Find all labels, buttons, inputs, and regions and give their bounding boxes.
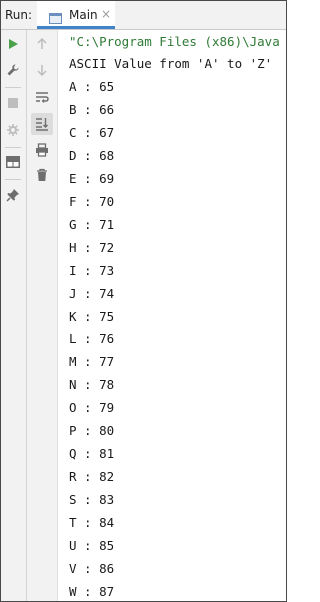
console-output-line: U : 85 <box>69 538 115 553</box>
console-output-line: C : 67 <box>69 124 115 140</box>
console-output-line: B : 66 <box>69 102 115 117</box>
run-toolbar-secondary <box>27 30 58 601</box>
console-output-line: F : 70 <box>69 193 115 209</box>
console-output-line: H : 72 <box>69 239 115 255</box>
console-output-line: L : 76 <box>69 331 115 347</box>
console-header-line: ASCII Value from 'A' to 'Z' <box>69 56 273 71</box>
console-output-line: T : 84 <box>69 515 115 531</box>
toolbar-separator <box>5 87 21 88</box>
print-icon[interactable] <box>32 140 52 160</box>
tab-label: Main <box>69 8 98 22</box>
close-icon[interactable]: × <box>101 7 111 21</box>
toolbar-separator <box>5 179 21 180</box>
console-output-line: R : 82 <box>69 469 115 485</box>
console-output-line: J : 74 <box>69 285 115 301</box>
console-command-line: "C:\Program Files (x86)\Java <box>69 34 280 49</box>
pin-icon[interactable] <box>3 185 23 205</box>
console-output-line: O : 79 <box>69 400 115 416</box>
run-header-bar: Run: Main × <box>1 1 286 30</box>
console-output-line: D : 68 <box>69 147 115 163</box>
console-output-line: Q : 81 <box>69 446 115 462</box>
console-output-line: G : 71 <box>69 216 115 232</box>
toolbar-separator <box>5 147 21 148</box>
tab-main[interactable]: Main × <box>37 1 115 29</box>
console-output[interactable]: "C:\Program Files (x86)\Java ASCII Value… <box>58 30 286 601</box>
console-output-line: K : 75 <box>69 308 115 324</box>
soft-wrap-icon[interactable] <box>32 87 52 107</box>
console-output-line: N : 78 <box>69 377 115 393</box>
console-output-line: E : 69 <box>69 170 115 186</box>
run-tool-window: Run: Main × "C:\Program Files (x86)\Java… <box>0 0 287 602</box>
stop-icon[interactable] <box>3 93 23 113</box>
arrow-up-icon[interactable] <box>32 34 52 54</box>
arrow-down-icon[interactable] <box>32 60 52 80</box>
console-output-line: M : 77 <box>69 354 115 370</box>
wrench-icon[interactable] <box>3 60 23 80</box>
console-icon <box>49 9 62 24</box>
console-output-line: A : 65 <box>69 79 115 94</box>
trash-icon[interactable] <box>32 165 52 185</box>
layout-icon[interactable] <box>3 152 23 172</box>
run-label: Run: <box>5 8 33 22</box>
console-output-line: W : 87 <box>69 583 115 599</box>
console-output-line: V : 86 <box>69 561 115 576</box>
run-toolbar-primary <box>1 30 27 601</box>
rerun-icon[interactable] <box>3 120 23 140</box>
scroll-to-end-icon[interactable] <box>31 113 53 135</box>
console-output-line: I : 73 <box>69 262 115 278</box>
console-output-line: S : 83 <box>69 492 115 508</box>
console-output-line: P : 80 <box>69 423 115 439</box>
run-icon[interactable] <box>3 34 23 54</box>
